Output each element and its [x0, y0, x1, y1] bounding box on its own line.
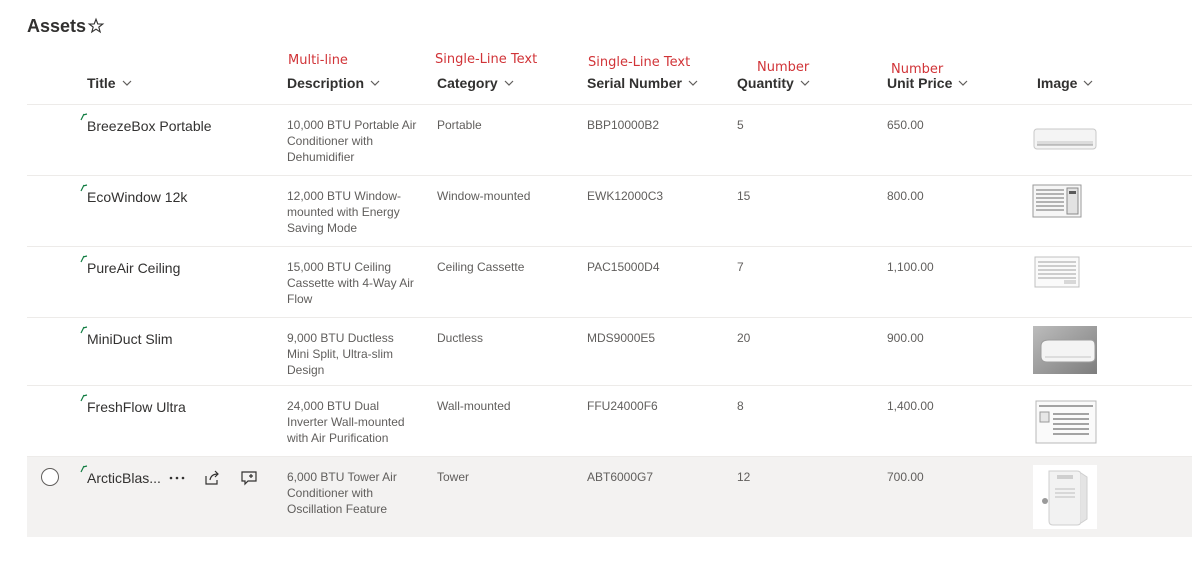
table-row[interactable]: EcoWindow 12k 12,000 BTU Window-mounted …: [27, 176, 1192, 247]
row-category: Ceiling Cassette: [437, 260, 525, 274]
row-category: Ductless: [437, 331, 484, 345]
row-unit-price: 800.00: [887, 189, 924, 203]
row-category: Tower: [437, 470, 470, 484]
row-serial-number: PAC15000D4: [587, 260, 660, 274]
row-serial-number: FFU24000F6: [587, 399, 658, 413]
window-unit-image[interactable]: [1035, 400, 1097, 444]
row-quantity: 7: [737, 260, 744, 274]
row-title[interactable]: MiniDuct Slim: [87, 330, 173, 348]
row-title[interactable]: EcoWindow 12k: [87, 188, 187, 206]
chevron-down-icon: [958, 80, 968, 86]
row-unit-price: 700.00: [887, 470, 924, 484]
column-header-image[interactable]: Image: [1037, 75, 1093, 91]
row-description: 15,000 BTU Ceiling Cassette with 4-Way A…: [287, 260, 414, 306]
table-row[interactable]: PureAir Ceiling 15,000 BTU Ceiling Casse…: [27, 247, 1192, 318]
annotation-category: Single-Line Text: [435, 52, 538, 67]
star-icon[interactable]: [87, 17, 105, 35]
comment-icon[interactable]: [239, 468, 259, 488]
row-title[interactable]: FreshFlow Ultra: [87, 398, 186, 416]
table-row[interactable]: MiniDuct Slim 9,000 BTU Ductless Mini Sp…: [27, 318, 1192, 386]
annotation-serial: Single-Line Text: [588, 55, 691, 70]
share-icon[interactable]: [202, 468, 222, 488]
row-description: 12,000 BTU Window-mounted with Energy Sa…: [287, 189, 402, 235]
column-header-label: Category: [437, 75, 498, 91]
column-header-label: Serial Number: [587, 75, 682, 91]
page-title: Assets: [27, 16, 87, 36]
table-row[interactable]: FreshFlow Ultra 24,000 BTU Dual Inverter…: [27, 386, 1192, 457]
row-quantity: 5: [737, 118, 744, 132]
column-header-unit-price[interactable]: Unit Price: [887, 75, 968, 91]
row-title[interactable]: BreezeBox Portable: [87, 117, 212, 135]
mini-split-photo[interactable]: [1033, 326, 1097, 374]
row-unit-price: 1,400.00: [887, 399, 934, 413]
row-quantity: 20: [737, 331, 751, 345]
window-unit-image[interactable]: [1034, 256, 1080, 288]
column-header-title[interactable]: Title: [87, 75, 132, 91]
column-header-category[interactable]: Category: [437, 75, 514, 91]
column-header-serial-number[interactable]: Serial Number: [587, 75, 698, 91]
row-description: 6,000 BTU Tower Air Conditioner with Osc…: [287, 470, 397, 516]
annotation-description: Multi-line: [288, 53, 348, 68]
row-serial-number: EWK12000C3: [587, 189, 664, 203]
column-header-description[interactable]: Description: [287, 75, 380, 91]
row-serial-number: BBP10000B2: [587, 118, 660, 132]
table-row[interactable]: ArcticBlas... 6,000 BTU Tower Air Condit…: [27, 457, 1192, 537]
more-options-icon[interactable]: [167, 468, 187, 488]
row-category: Portable: [437, 118, 482, 132]
column-header-label: Quantity: [737, 75, 794, 91]
row-quantity: 15: [737, 189, 751, 203]
column-header-label: Image: [1037, 75, 1078, 91]
row-unit-price: 650.00: [887, 118, 924, 132]
row-unit-price: 1,100.00: [887, 260, 934, 274]
table-row[interactable]: BreezeBox Portable 10,000 BTU Portable A…: [27, 105, 1192, 176]
row-serial-number: MDS9000E5: [587, 331, 656, 345]
row-description: 24,000 BTU Dual Inverter Wall-mounted wi…: [287, 399, 405, 445]
column-header-label: Title: [87, 75, 116, 91]
row-category: Wall-mounted: [437, 399, 511, 413]
row-serial-number: ABT6000G7: [587, 470, 654, 484]
row-description: 9,000 BTU Ductless Mini Split, Ultra-sli…: [287, 331, 394, 377]
chevron-down-icon: [122, 80, 131, 86]
wall-split-unit-image[interactable]: [1033, 127, 1097, 151]
column-header-label: Description: [287, 75, 365, 91]
window-unit-image[interactable]: [1032, 184, 1082, 218]
row-quantity: 8: [737, 399, 744, 413]
row-title[interactable]: ArcticBlas...: [87, 469, 161, 487]
chevron-down-icon: [1084, 80, 1093, 86]
chevron-down-icon: [688, 80, 698, 86]
row-title[interactable]: PureAir Ceiling: [87, 259, 180, 277]
chevron-down-icon: [370, 80, 380, 86]
row-quantity: 12: [737, 470, 751, 484]
chevron-down-icon: [800, 80, 810, 86]
row-select-checkbox[interactable]: [41, 468, 59, 486]
chevron-down-icon: [504, 80, 514, 86]
row-category: Window-mounted: [437, 189, 531, 203]
column-header-quantity[interactable]: Quantity: [737, 75, 810, 91]
row-description: 10,000 BTU Portable Air Conditioner with…: [287, 118, 417, 164]
annotation-quantity: Number: [757, 60, 810, 75]
column-header-label: Unit Price: [887, 75, 953, 91]
portable-tower-image[interactable]: [1033, 465, 1097, 529]
row-unit-price: 900.00: [887, 331, 924, 345]
